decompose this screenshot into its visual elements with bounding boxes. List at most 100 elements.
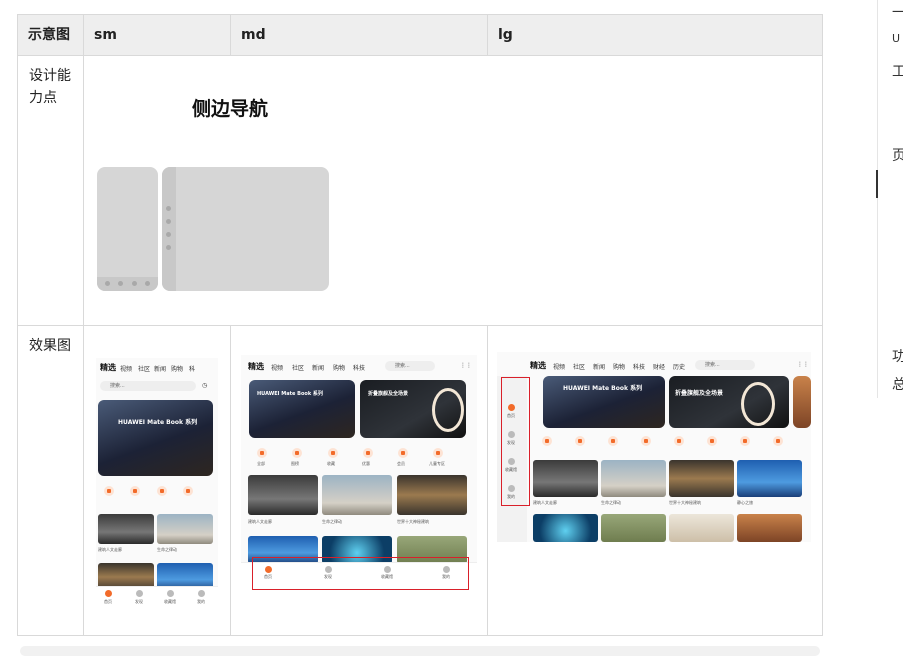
tab: 科技 bbox=[633, 364, 646, 371]
banner-title: HUAWEI Mate Book 系列 bbox=[118, 419, 198, 426]
category-label: 收藏 bbox=[327, 461, 335, 466]
side-text: U bbox=[892, 32, 901, 45]
tab: 历史 bbox=[673, 364, 686, 371]
category-icon[interactable] bbox=[433, 448, 443, 458]
search-input[interactable]: 搜索... bbox=[695, 360, 755, 370]
category-icon[interactable] bbox=[363, 448, 373, 458]
category-icon[interactable] bbox=[130, 486, 140, 496]
side-text: 功 bbox=[892, 349, 903, 365]
banner-title: HUAWEI Mate Book 系列 bbox=[257, 391, 323, 397]
side-text: 一 bbox=[892, 5, 903, 21]
category-icon[interactable] bbox=[773, 436, 783, 446]
divider bbox=[18, 325, 822, 326]
content-thumbnail[interactable] bbox=[248, 475, 318, 515]
profile-icon[interactable] bbox=[198, 590, 205, 597]
content-thumbnail[interactable] bbox=[737, 460, 802, 497]
table-header: 示意图 sm md lg bbox=[18, 15, 822, 56]
content-caption: 生命之律动 bbox=[601, 500, 621, 505]
content-thumbnail[interactable] bbox=[601, 460, 666, 497]
header-lg: lg bbox=[498, 27, 513, 43]
promo-banner[interactable]: HUAWEI Mate Book 系列 bbox=[543, 376, 665, 428]
tab-featured: 精选 bbox=[248, 362, 264, 371]
promo-banner[interactable]: 折叠旗舰及全场景 bbox=[360, 380, 466, 438]
divider bbox=[487, 15, 488, 55]
category-label: 图榜 bbox=[291, 461, 299, 466]
more-icon[interactable]: ⋮⋮ bbox=[460, 362, 472, 369]
content-caption: 生命之律动 bbox=[157, 547, 177, 552]
content-thumbnail[interactable] bbox=[737, 514, 802, 542]
category-icon[interactable] bbox=[398, 448, 408, 458]
row-label-capability: 设计能力点 bbox=[29, 68, 71, 106]
ring-graphic bbox=[432, 388, 464, 432]
nav-dot bbox=[166, 206, 171, 211]
tab: 视频 bbox=[553, 364, 566, 371]
side-text: 页 bbox=[892, 148, 903, 164]
category-icon[interactable] bbox=[641, 436, 651, 446]
category-icon[interactable] bbox=[740, 436, 750, 446]
scrollbar[interactable] bbox=[20, 646, 820, 656]
sm-screenshot: 精选 视频 社区 新闻 购物 科 搜索... ◷ HUAWEI Mate Boo… bbox=[96, 358, 218, 606]
content-thumbnail[interactable] bbox=[322, 475, 392, 515]
more-icon[interactable]: ⋮⋮ bbox=[797, 361, 809, 368]
history-icon[interactable]: ◷ bbox=[202, 382, 207, 389]
nav-label: 收藏馆 bbox=[164, 599, 176, 604]
content-caption: 建筑人文走廊 bbox=[533, 500, 557, 505]
header-sm: sm bbox=[94, 27, 117, 43]
category-icon[interactable] bbox=[328, 448, 338, 458]
content-caption: 建筑人文走廊 bbox=[98, 547, 122, 552]
content-thumbnail[interactable] bbox=[669, 514, 734, 542]
phone-diagram bbox=[97, 167, 158, 291]
collection-icon[interactable] bbox=[167, 590, 174, 597]
tab-featured: 精选 bbox=[530, 361, 546, 370]
promo-banner[interactable]: 折叠旗舰及全场景 bbox=[669, 376, 789, 428]
category-icon[interactable] bbox=[707, 436, 717, 446]
tab: 社区 bbox=[573, 364, 586, 371]
content-thumbnail[interactable] bbox=[533, 514, 598, 542]
active-marker bbox=[876, 170, 878, 198]
category-icon[interactable] bbox=[674, 436, 684, 446]
divider bbox=[487, 325, 488, 635]
category-icon[interactable] bbox=[608, 436, 618, 446]
banner-title: 折叠旗舰及全场景 bbox=[675, 390, 724, 397]
nav-dot bbox=[145, 281, 150, 286]
banner-title: HUAWEI Mate Book 系列 bbox=[563, 385, 643, 392]
content-thumbnail[interactable] bbox=[157, 514, 213, 544]
promo-banner[interactable]: HUAWEI Mate Book 系列 bbox=[98, 400, 213, 476]
category-icon[interactable] bbox=[104, 486, 114, 496]
promo-banner-partial[interactable] bbox=[793, 376, 811, 428]
category-icon[interactable] bbox=[292, 448, 302, 458]
category-icon[interactable] bbox=[183, 486, 193, 496]
promo-banner[interactable]: HUAWEI Mate Book 系列 bbox=[249, 380, 355, 438]
tab: 购物 bbox=[171, 366, 184, 373]
category-icon[interactable] bbox=[257, 448, 267, 458]
nav-dot bbox=[118, 281, 123, 286]
nav-dot bbox=[132, 281, 137, 286]
ring-graphic bbox=[741, 382, 775, 426]
bottom-nav-bar: 首页 发现 收藏馆 我的 bbox=[96, 586, 218, 606]
divider bbox=[877, 0, 878, 398]
nav-label: 发现 bbox=[135, 599, 143, 604]
tab: 购物 bbox=[333, 365, 346, 372]
side-text: 工 bbox=[892, 64, 903, 80]
nav-dot bbox=[166, 219, 171, 224]
tablet-diagram bbox=[162, 167, 329, 291]
discover-icon[interactable] bbox=[136, 590, 143, 597]
content-thumbnail[interactable] bbox=[98, 514, 154, 544]
category-icon[interactable] bbox=[575, 436, 585, 446]
home-icon[interactable] bbox=[105, 590, 112, 597]
content-thumbnail[interactable] bbox=[669, 460, 734, 497]
category-label: 优惠 bbox=[362, 461, 370, 466]
search-input[interactable]: 搜索... bbox=[385, 361, 435, 371]
category-icon[interactable] bbox=[157, 486, 167, 496]
nav-label: 我的 bbox=[197, 599, 205, 604]
tab: 社区 bbox=[138, 366, 151, 373]
side-text: 总 bbox=[892, 377, 903, 393]
content-thumbnail[interactable] bbox=[601, 514, 666, 542]
content-thumbnail[interactable] bbox=[533, 460, 598, 497]
nav-dot bbox=[105, 281, 110, 286]
content-caption: 世界十大神秘建筑 bbox=[397, 519, 429, 524]
category-icon[interactable] bbox=[542, 436, 552, 446]
search-input[interactable]: 搜索... bbox=[100, 381, 196, 391]
content-caption: 建筑人文走廊 bbox=[248, 519, 272, 524]
content-thumbnail[interactable] bbox=[397, 475, 467, 515]
